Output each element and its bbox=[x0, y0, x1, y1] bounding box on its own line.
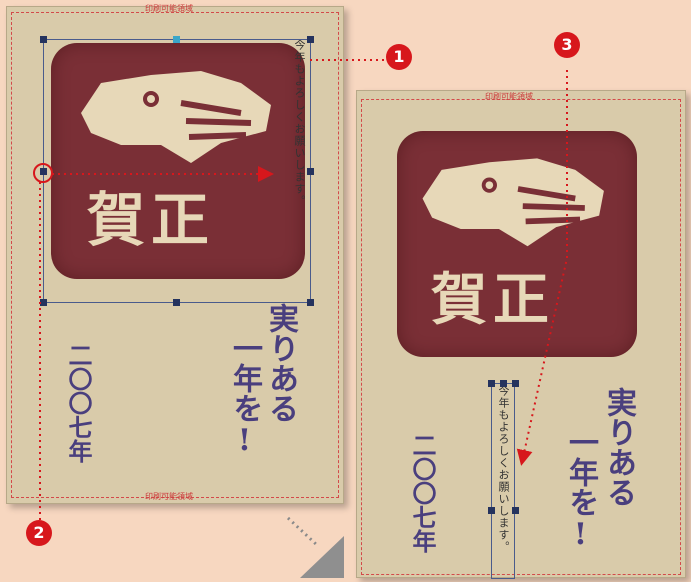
annotation-arrows bbox=[39, 59, 568, 578]
step-marker-2: 2 bbox=[26, 520, 52, 546]
step-marker-3: 3 bbox=[554, 32, 580, 58]
step-marker-1: 1 bbox=[386, 44, 412, 70]
